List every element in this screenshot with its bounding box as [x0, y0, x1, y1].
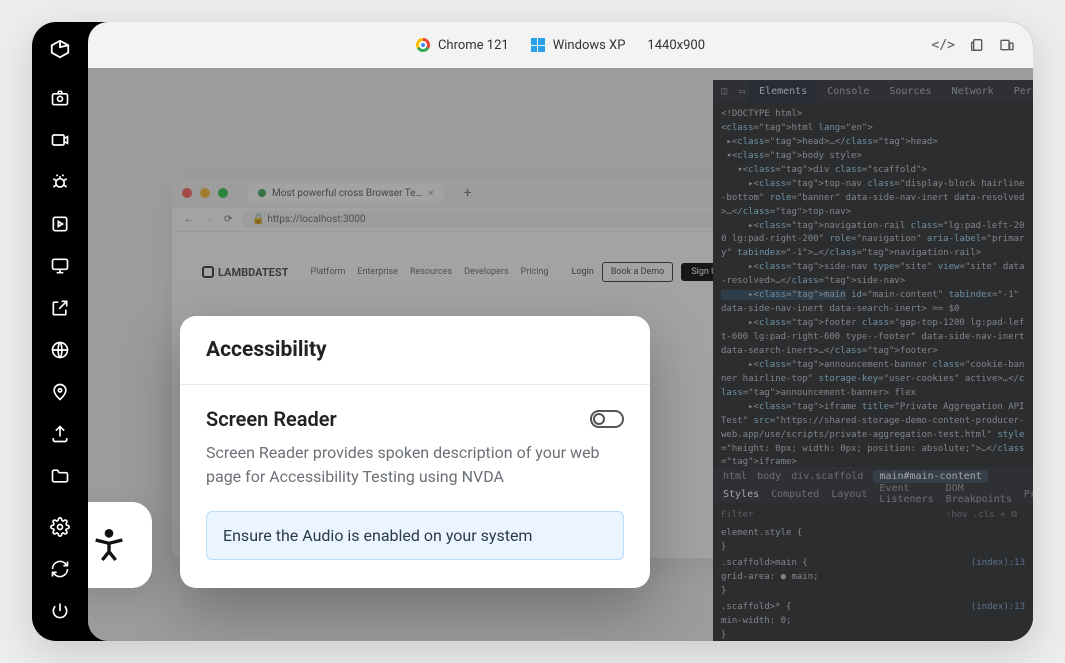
screen-reader-description: Screen Reader provides spoken descriptio… [206, 441, 624, 489]
code-icon[interactable]: </> [932, 38, 955, 53]
chrome-icon [416, 38, 430, 52]
clipboard-icon[interactable] [969, 37, 985, 53]
app-logo [49, 22, 71, 76]
audio-info-note: Ensure the Audio is enabled on your syst… [206, 511, 624, 560]
record-icon[interactable] [48, 128, 72, 152]
os-label: Windows XP [553, 38, 626, 53]
app-window: Chrome 121 Windows XP 1440x900 </> [32, 22, 1033, 641]
globe-icon[interactable] [48, 338, 72, 362]
location-icon[interactable] [48, 380, 72, 404]
resolution-indicator: 1440x900 [647, 38, 705, 53]
os-indicator: Windows XP [531, 38, 626, 53]
accessibility-modal: Accessibility Screen Reader Screen Reade… [180, 316, 650, 588]
content-area: Most powerful cross Browser Te… × + ← → … [88, 68, 1033, 641]
monitor-icon[interactable] [48, 254, 72, 278]
screenshot-icon[interactable] [48, 86, 72, 110]
upload-icon[interactable] [48, 422, 72, 446]
topbar: Chrome 121 Windows XP 1440x900 </> [88, 22, 1033, 68]
play-square-icon[interactable] [48, 212, 72, 236]
resolution-label: 1440x900 [647, 38, 705, 53]
folder-icon[interactable] [48, 464, 72, 488]
modal-header: Accessibility [180, 316, 650, 385]
screen-reader-heading: Screen Reader [206, 407, 337, 431]
bug-icon[interactable] [48, 170, 72, 194]
windows-icon [531, 38, 545, 52]
accessibility-icon [89, 525, 129, 565]
accessibility-fab[interactable] [88, 502, 152, 588]
settings-icon[interactable] [48, 515, 72, 539]
power-icon[interactable] [48, 599, 72, 623]
sidebar [32, 22, 88, 641]
browser-indicator: Chrome 121 [416, 38, 509, 53]
refresh-icon[interactable] [48, 557, 72, 581]
modal-title: Accessibility [206, 338, 624, 362]
external-link-icon[interactable] [48, 296, 72, 320]
browser-label: Chrome 121 [438, 38, 509, 53]
devices-icon[interactable] [999, 37, 1015, 53]
main-panel: Chrome 121 Windows XP 1440x900 </> [88, 22, 1033, 641]
screen-reader-toggle[interactable] [590, 410, 624, 428]
